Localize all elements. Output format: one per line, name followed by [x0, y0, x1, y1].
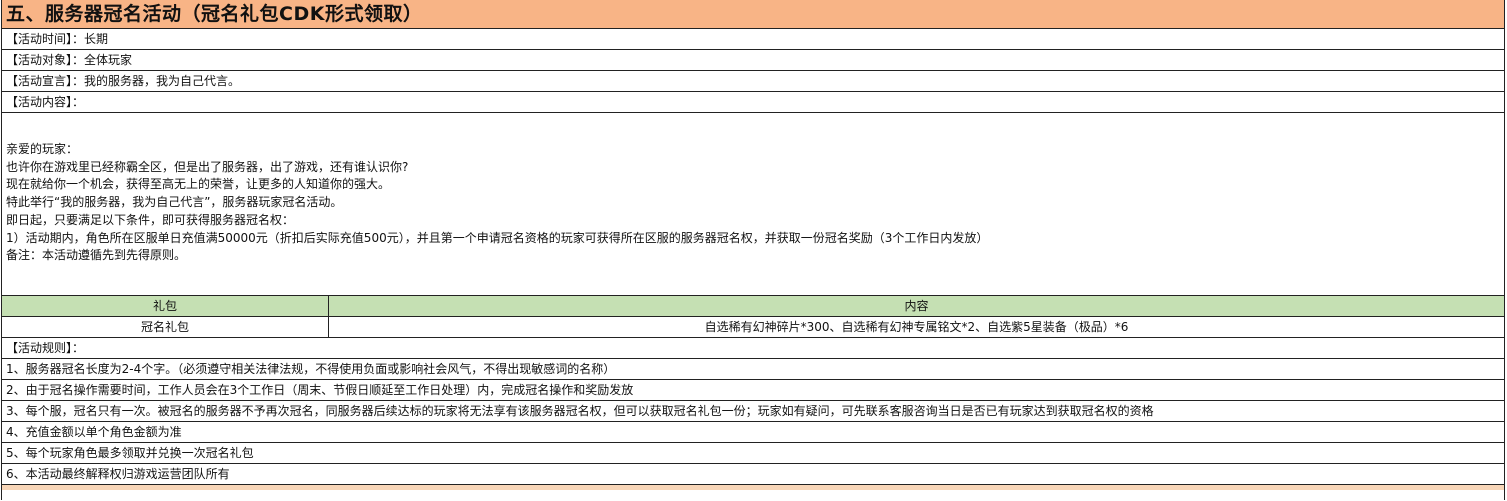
footer-strip: [2, 485, 1504, 490]
reward-package-name: 冠名礼包: [2, 317, 329, 337]
activity-time-row: 【活动时间】：长期: [2, 29, 1504, 50]
reward-table-header: 礼包 内容: [2, 296, 1504, 317]
content-line: 也许你在游戏里已经称霸全区，但是出了服务器，出了游戏，还有谁认识你?: [6, 159, 409, 174]
content-line: 亲爱的玩家：: [6, 142, 79, 156]
rule-row: 3、每个服，冠名只有一次。被冠名的服务器不予再次冠名，同服务器后续达标的玩家将无…: [2, 401, 1504, 422]
reward-table-row: 冠名礼包 自选稀有幻神碎片*300、自选稀有幻神专属铭文*2、自选紫5星装备（极…: [2, 317, 1504, 338]
rule-row: 4、充值金额以单个角色金额为准: [2, 422, 1504, 443]
content-line: 即日起，只要满足以下条件，即可获得服务器冠名权：: [6, 212, 295, 227]
reward-header-package: 礼包: [2, 296, 329, 316]
rule-row: 1、服务器冠名长度为2-4个字。（必须遵守相关法律法规，不得使用负面或影响社会风…: [2, 359, 1504, 380]
rules-label-row: 【活动规则】：: [2, 338, 1504, 359]
content-line: 现在就给你一个机会，获得至高无上的荣誉，让更多的人知道你的强大。: [6, 177, 391, 192]
content-line: 备注：本活动遵循先到先得原则。: [6, 248, 187, 263]
activity-content-block: 亲爱的玩家： 也许你在游戏里已经称霸全区，但是出了服务器，出了游戏，还有谁认识你…: [2, 113, 1504, 296]
content-line: 特此举行“我的服务器，我为自己代言”，服务器玩家冠名活动。: [6, 195, 343, 210]
reward-header-content: 内容: [904, 299, 929, 313]
activity-content-label-row: 【活动内容】：: [2, 92, 1504, 113]
activity-slogan-row: 【活动宣言】：我的服务器，我为自己代言。: [2, 71, 1504, 92]
rule-row: 6、本活动最终解释权归游戏运营团队所有: [2, 464, 1504, 485]
activity-target-row: 【活动对象】：全体玩家: [2, 50, 1504, 71]
activity-sheet: 五、服务器冠名活动（冠名礼包CDK形式领取） 【活动时间】：长期 【活动对象】：…: [1, 0, 1505, 500]
section-title: 五、服务器冠名活动（冠名礼包CDK形式领取）: [2, 0, 1504, 29]
content-line: 1）活动期内，角色所在区服单日充值满50000元（折扣后实际充值500元），并且…: [6, 230, 989, 245]
rule-row: 5、每个玩家角色最多领取并兑换一次冠名礼包: [2, 443, 1504, 464]
rule-row: 2、由于冠名操作需要时间，工作人员会在3个工作日（周末、节假日顺延至工作日处理）…: [2, 380, 1504, 401]
reward-package-content: 自选稀有幻神碎片*300、自选稀有幻神专属铭文*2、自选紫5星装备（极品）*6: [704, 320, 1129, 334]
